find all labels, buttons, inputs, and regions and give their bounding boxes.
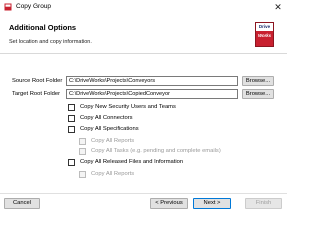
source-root-folder-input[interactable]: C:\DriveWorks\Projects\Conveyors <box>66 76 238 86</box>
previous-button[interactable]: < Previous <box>150 198 188 209</box>
option-label: Copy All Released Files and Information <box>80 159 184 165</box>
option-label: Copy All Specifications <box>80 126 139 132</box>
window-title: Copy Group <box>16 3 52 10</box>
option-label: Copy New Security Users and Teams <box>80 104 176 110</box>
checkbox-copy-connectors[interactable] <box>68 115 75 122</box>
page-title: Additional Options <box>9 23 77 32</box>
checkbox-copy-tasks <box>79 148 86 155</box>
checkbox-copy-specifications[interactable] <box>68 126 75 133</box>
option-label: Copy All Connectors <box>80 115 133 121</box>
checkbox-copy-security-users[interactable] <box>68 104 75 111</box>
finish-button: Finish <box>245 198 282 209</box>
driveworks-logo: Drive Works <box>255 22 274 47</box>
option-label: Copy All Reports <box>91 138 135 144</box>
checkbox-copy-released-files[interactable] <box>68 159 75 166</box>
wizard-header: Additional Options Set location and copy… <box>0 14 287 54</box>
target-browse-button[interactable]: Browse... <box>242 89 274 99</box>
logo-text-works: Works <box>257 33 272 38</box>
cancel-button[interactable]: Cancel <box>4 198 40 209</box>
option-label: Copy All Reports <box>91 171 135 177</box>
checkbox-copy-spec-reports <box>79 138 86 145</box>
page-subtitle: Set location and copy information. <box>9 39 92 45</box>
target-root-folder-label: Target Root Folder <box>12 91 61 97</box>
close-icon[interactable]: ✕ <box>271 1 285 13</box>
checkbox-copy-released-reports <box>79 171 86 178</box>
footer-divider <box>0 193 287 194</box>
target-root-folder-input[interactable]: C:\DriveWorks\Projects\CopiedConveyor <box>66 89 238 99</box>
source-browse-button[interactable]: Browse... <box>242 76 274 86</box>
copy-group-app-icon <box>4 3 12 11</box>
title-bar: Copy Group ✕ <box>0 0 287 14</box>
logo-text-drive: Drive <box>256 23 273 31</box>
option-label: Copy All Tasks (e.g. pending and complet… <box>91 148 221 154</box>
source-root-folder-label: Source Root Folder <box>12 78 63 84</box>
next-button[interactable]: Next > <box>193 198 231 209</box>
